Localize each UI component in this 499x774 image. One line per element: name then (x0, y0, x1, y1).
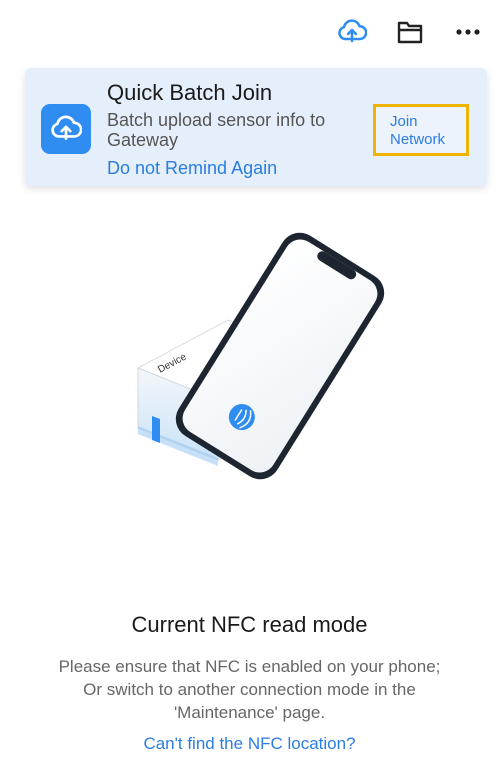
nfc-instruction-line: Or switch to another connection mode in … (83, 680, 416, 699)
nfc-instructions: Please ensure that NFC is enabled on you… (20, 655, 479, 724)
cloud-upload-icon[interactable] (335, 15, 369, 49)
quick-batch-join-banner: Quick Batch Join Batch upload sensor inf… (25, 68, 487, 186)
nfc-instruction-line: 'Maintenance' page. (173, 703, 326, 722)
join-network-label-line: Join (390, 113, 418, 130)
join-network-label-line: Network (390, 131, 446, 148)
banner-description-line: Gateway (107, 130, 179, 150)
more-icon[interactable] (451, 15, 485, 49)
cloud-upload-icon (41, 104, 91, 154)
banner-description: Batch upload sensor info to Gateway (107, 110, 367, 150)
nfc-location-help-link[interactable]: Can't find the NFC location? (0, 734, 499, 754)
nfc-mode-title: Current NFC read mode (131, 612, 368, 637)
top-toolbar (335, 14, 485, 50)
nfc-instruction-line: Please ensure that NFC is enabled on you… (58, 657, 441, 676)
banner-description-line: Batch upload sensor info to (107, 110, 326, 130)
folder-icon[interactable] (393, 15, 427, 49)
join-network-button[interactable]: Join Network (373, 104, 469, 156)
do-not-remind-link[interactable]: Do not Remind Again (107, 158, 277, 179)
banner-title: Quick Batch Join (107, 80, 273, 105)
nfc-illustration: Device (130, 228, 390, 480)
